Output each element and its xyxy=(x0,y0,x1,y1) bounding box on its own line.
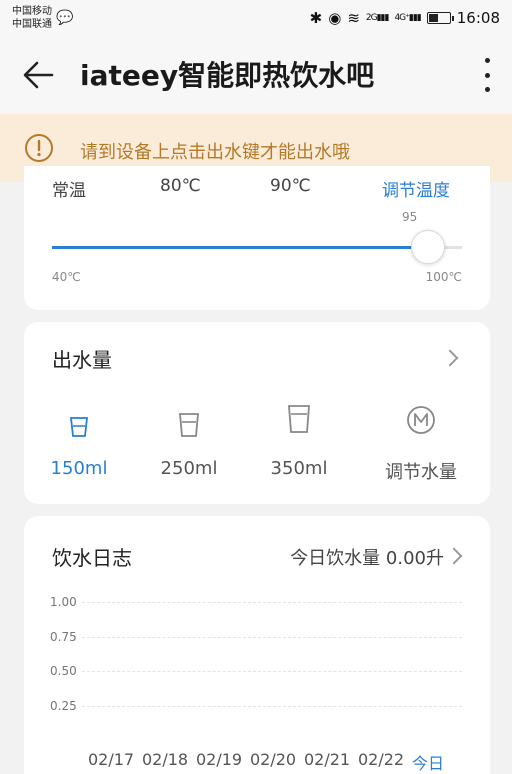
preset-90[interactable]: 90℃ xyxy=(270,176,311,196)
x-tick-label[interactable]: 02/18 xyxy=(142,750,188,769)
page-title: iateey智能即热饮水吧 xyxy=(80,59,375,92)
slider-min-label: 40℃ xyxy=(52,270,81,284)
eye-icon: ◉ xyxy=(328,9,342,27)
small-cup-icon xyxy=(69,417,89,437)
adjust-temperature-link[interactable]: 调节温度 xyxy=(382,176,450,201)
y-tick-label: 1.00 xyxy=(50,595,77,609)
carrier-2: 中国联通 xyxy=(12,19,52,30)
chevron-right-icon[interactable] xyxy=(445,547,463,565)
back-arrow-icon[interactable] xyxy=(22,58,56,92)
grid-line xyxy=(82,671,462,672)
more-options-icon[interactable] xyxy=(482,58,492,92)
temperature-slider-thumb[interactable] xyxy=(410,230,445,264)
x-tick-label[interactable]: 02/21 xyxy=(304,750,350,769)
water-option-350[interactable]: 350ml xyxy=(244,400,354,479)
medium-cup-icon xyxy=(179,413,199,437)
bluetooth-icon: ✱ xyxy=(309,9,323,27)
x-tick-label[interactable]: 今日 xyxy=(412,750,444,774)
water-option-150[interactable]: 150ml xyxy=(24,400,134,479)
notice-text: 请到设备上点击出水键才能出水哦 xyxy=(80,142,350,163)
water-option-250[interactable]: 250ml xyxy=(134,400,244,479)
temperature-slider-track[interactable] xyxy=(52,246,462,249)
grid-line xyxy=(82,705,462,707)
water-option-label: 调节水量 xyxy=(385,462,457,483)
y-tick-label: 0.25 xyxy=(50,698,77,713)
large-cup-icon xyxy=(288,405,310,433)
water-option-label: 250ml xyxy=(160,458,218,479)
status-icons: ✱ ◉ ≋ 2G▮▮▮ 4G⁺▮▮▮ 16:08 xyxy=(310,9,500,27)
chevron-right-icon[interactable] xyxy=(441,349,459,367)
water-amount-card: 出水量 150ml 250ml 350ml 调节水量 xyxy=(24,322,490,504)
message-icon: 💬 xyxy=(56,9,74,26)
info-icon xyxy=(25,134,53,162)
m-circle-icon xyxy=(407,406,435,434)
app-header: iateey智能即热饮水吧 xyxy=(0,36,512,114)
water-amount-title: 出水量 xyxy=(52,348,112,372)
x-tick-label[interactable]: 02/20 xyxy=(250,750,296,769)
temperature-slider-fill xyxy=(52,246,428,249)
slider-value-label: 95 xyxy=(402,210,418,224)
x-tick-label[interactable]: 02/17 xyxy=(88,750,134,769)
wifi-icon: ≋ xyxy=(347,9,360,27)
battery-icon xyxy=(426,12,454,24)
signal-icon-1: 2G▮▮▮ xyxy=(365,13,390,23)
slider-max-label: 100℃ xyxy=(425,270,462,284)
temperature-card: 常温 80℃ 90℃ 调节温度 95 40℃ 100℃ xyxy=(24,166,490,310)
status-bar: 中国移动 中国联通 💬 ✱ ◉ ≋ 2G▮▮▮ 4G⁺▮▮▮ 16:08 xyxy=(0,0,512,36)
clock: 16:08 xyxy=(456,9,500,27)
water-option-custom[interactable]: 调节水量 xyxy=(366,400,476,484)
x-tick-label[interactable]: 02/19 xyxy=(196,750,242,769)
signal-icon-2: 4G⁺▮▮▮ xyxy=(394,13,421,23)
grid-line xyxy=(82,636,462,638)
y-tick-label: 0.75 xyxy=(50,629,77,644)
y-tick-label: 0.50 xyxy=(50,664,77,678)
grid-line xyxy=(82,602,462,603)
x-tick-label[interactable]: 02/22 xyxy=(358,750,404,769)
water-option-label: 150ml xyxy=(50,458,108,479)
carrier-info: 中国移动 中国联通 💬 xyxy=(12,5,73,31)
water-option-label: 350ml xyxy=(270,458,328,479)
drinking-log-card: 饮水日志 今日饮水量 0.00升 1.00 0.75 0.50 0.25 02/17 02… xyxy=(24,516,490,774)
log-title: 饮水日志 xyxy=(52,546,132,570)
carrier-1: 中国移动 xyxy=(12,6,52,17)
preset-normal[interactable]: 常温 xyxy=(52,176,86,201)
today-intake-summary[interactable]: 今日饮水量 0.00升 xyxy=(290,544,444,570)
preset-80[interactable]: 80℃ xyxy=(160,176,201,196)
network-type-1: 2G xyxy=(365,13,378,23)
network-type-2: 4G⁺ xyxy=(394,13,409,23)
